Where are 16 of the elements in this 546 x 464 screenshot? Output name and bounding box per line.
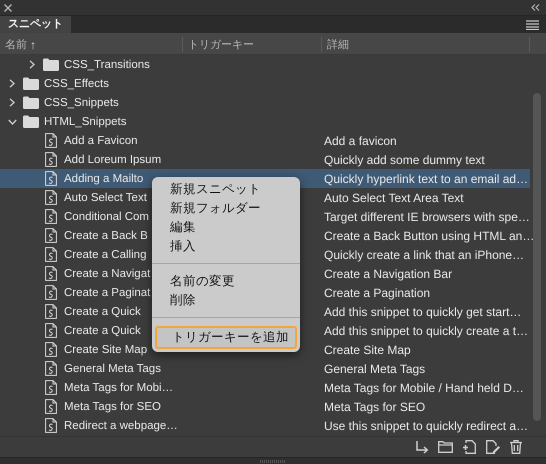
snippet-description: Quickly hyperlink text to an email ad…	[324, 172, 528, 186]
snippet-description: Add this snippet to quickly create a t…	[324, 324, 528, 338]
snippet-description: Quickly create a link that an iPhone…	[324, 248, 524, 262]
snippet-description: Auto Select Text Area Text	[324, 190, 464, 204]
snippet-description: Quickly add some dummy text	[324, 152, 485, 166]
snippet-description: Meta Tags for SEO	[324, 400, 426, 414]
snippet-description: Add a favicon	[324, 134, 397, 148]
snippet-description: Create a Pagination	[324, 286, 430, 300]
snippet-description: Meta Tags for Mobile / Hand held D…	[324, 380, 524, 394]
snippet-description: Create a Navigation Bar	[324, 266, 452, 280]
snippet-description: Create Site Map	[324, 342, 411, 356]
snippet-description: Add this snippet to quickly get start…	[324, 304, 522, 318]
snippet-description: General Meta Tags	[324, 362, 426, 376]
snippet-description: Use this snippet to quickly redirect a…	[324, 418, 528, 432]
snippet-description: Create a Back Button using HTML an…	[324, 228, 534, 242]
snippet-description: Target different IE browsers with spe…	[324, 210, 530, 224]
